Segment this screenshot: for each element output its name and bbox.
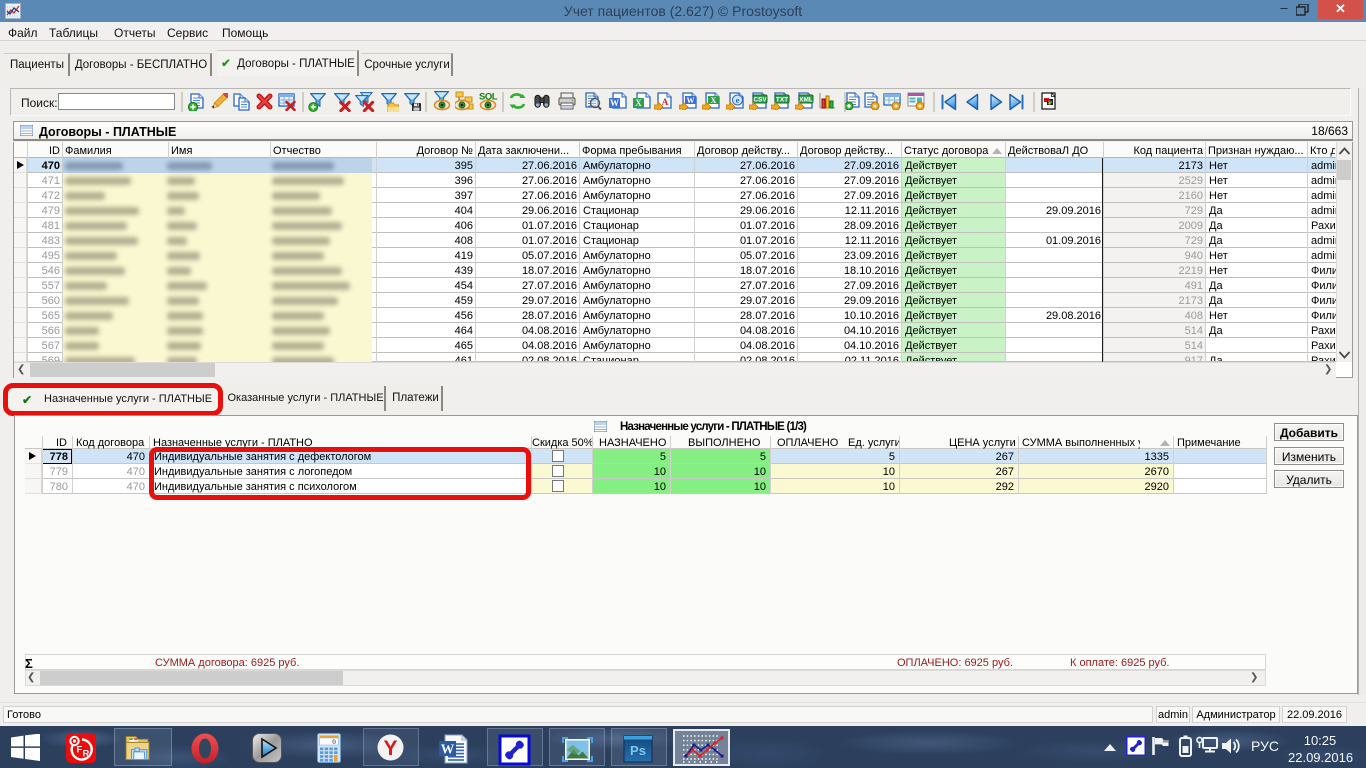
svg-text:W: W	[610, 98, 619, 108]
svg-text:W: W	[687, 96, 695, 105]
svg-text:e: e	[736, 95, 740, 105]
svg-text:TXT: TXT	[776, 97, 788, 104]
svg-text:Ps: Ps	[630, 743, 646, 758]
svg-text:CSV: CSV	[753, 97, 767, 104]
svg-text:XML: XML	[799, 97, 813, 104]
svg-text:R: R	[83, 749, 90, 760]
svg-text:W: W	[441, 742, 455, 757]
svg-text:X: X	[711, 96, 717, 105]
svg-text:A: A	[662, 97, 669, 107]
svg-text:0: 0	[332, 739, 336, 746]
svg-text:X: X	[635, 98, 642, 108]
svg-text:Y: Y	[383, 737, 397, 760]
